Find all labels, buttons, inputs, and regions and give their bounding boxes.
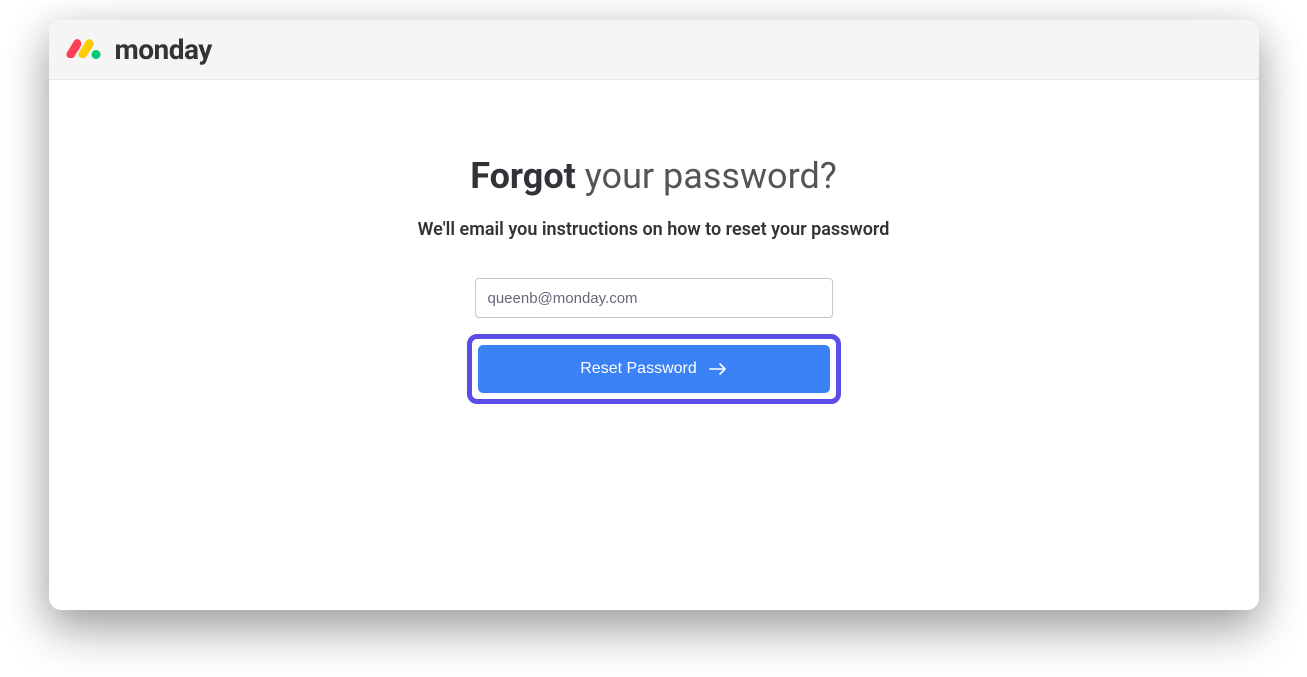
- page-title: Forgot your password?: [470, 155, 837, 197]
- page-title-bold: Forgot: [470, 155, 576, 197]
- reset-password-button[interactable]: Reset Password: [478, 345, 830, 393]
- brand-name: monday: [115, 33, 212, 66]
- page-title-rest: your password?: [576, 155, 837, 197]
- monday-logo-icon: [65, 36, 109, 64]
- arrow-right-icon: [709, 362, 727, 376]
- app-window: monday Forgot your password? We'll email…: [49, 20, 1259, 610]
- page-subtitle: We'll email you instructions on how to r…: [418, 219, 890, 240]
- brand-logo[interactable]: monday: [65, 33, 212, 66]
- topbar: monday: [49, 20, 1259, 80]
- reset-button-label: Reset Password: [580, 360, 697, 378]
- main-content: Forgot your password? We'll email you in…: [49, 80, 1259, 404]
- reset-button-highlight: Reset Password: [467, 334, 841, 404]
- email-field[interactable]: [475, 278, 833, 318]
